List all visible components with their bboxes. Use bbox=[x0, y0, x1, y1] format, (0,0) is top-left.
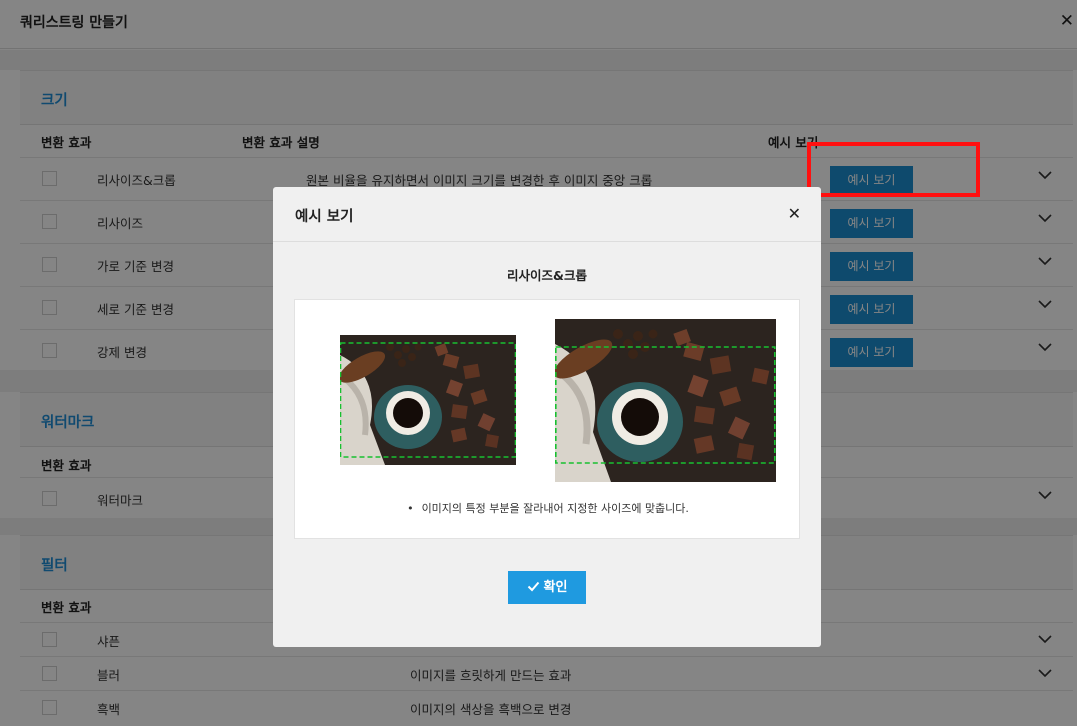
example-modal: 예시 보기 ✕ 리사이즈&크롭 • 이미지의 특정 부분을 잘라내어 지정한 사… bbox=[273, 187, 821, 647]
modal-title: 예시 보기 bbox=[295, 209, 354, 225]
check-icon bbox=[527, 581, 539, 592]
confirm-label: 확인 bbox=[543, 580, 568, 595]
confirm-button[interactable]: 확인 bbox=[508, 571, 586, 604]
example-panel: 이미지의 특정 부분을 잘라내어 지정한 사이즈에 맞춥니다. bbox=[294, 299, 800, 539]
original-image bbox=[340, 335, 516, 465]
result-image bbox=[555, 319, 776, 482]
modal-subtitle: 리사이즈&크롭 bbox=[507, 268, 587, 283]
modal-note: 이미지의 특정 부분을 잘라내어 지정한 사이즈에 맞춥니다. bbox=[295, 500, 801, 516]
highlight-box bbox=[807, 142, 980, 197]
modal-header: 예시 보기 ✕ bbox=[273, 187, 821, 242]
close-icon[interactable]: ✕ bbox=[788, 204, 801, 223]
